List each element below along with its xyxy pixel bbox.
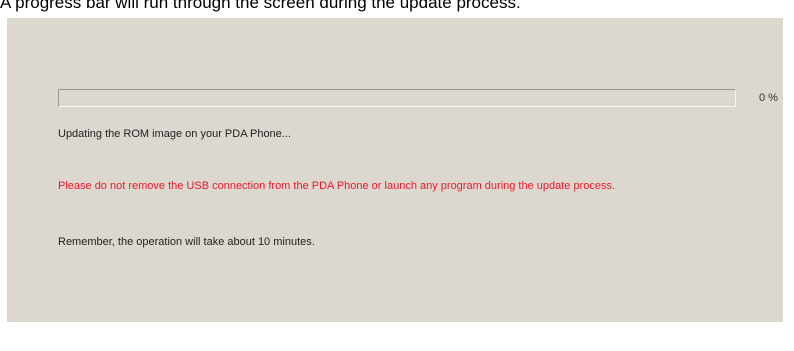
- duration-note: Remember, the operation will take about …: [58, 236, 315, 248]
- update-panel: 0 % Updating the ROM image on your PDA P…: [7, 18, 783, 322]
- progress-percent-label: 0 %: [759, 92, 778, 104]
- status-text: Updating the ROM image on your PDA Phone…: [58, 128, 291, 140]
- warning-text: Please do not remove the USB connection …: [58, 180, 616, 192]
- caption-text: A progress bar will run through the scre…: [0, 0, 521, 12]
- progress-bar: [58, 89, 736, 107]
